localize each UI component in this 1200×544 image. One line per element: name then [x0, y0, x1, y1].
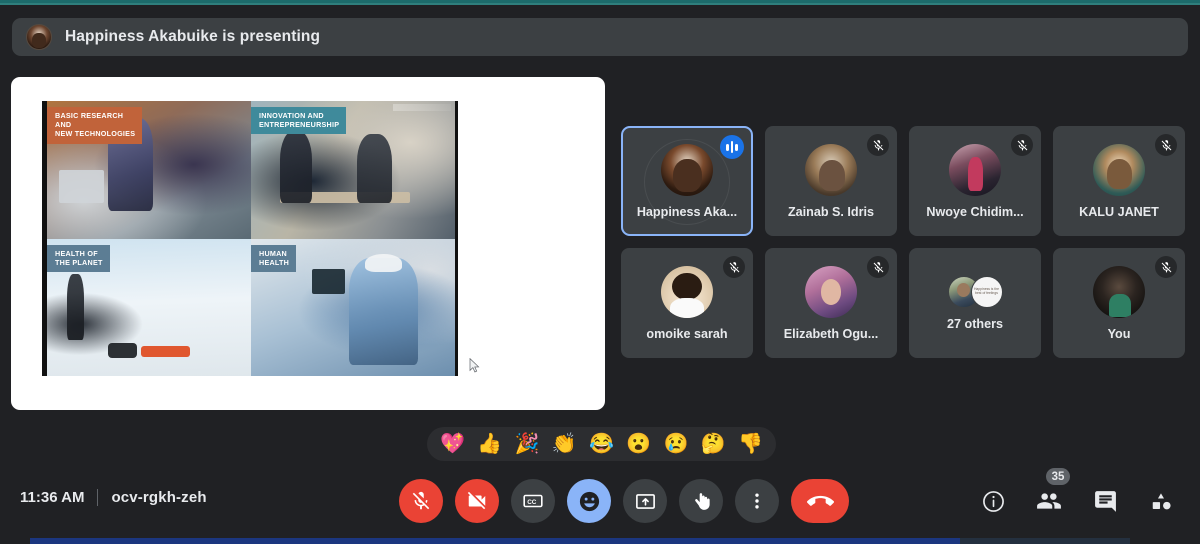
participant-name: Elizabeth Ogu...: [783, 326, 879, 341]
slide-quadrant-health-of-planet: HEALTH OF THE PLANET: [47, 238, 251, 376]
participant-tile-elizabeth[interactable]: Elizabeth Ogu...: [765, 248, 897, 358]
reaction-crying-face[interactable]: 😢: [664, 434, 689, 454]
participant-tile-kalu[interactable]: KALU JANET: [1053, 126, 1185, 236]
people-icon[interactable]: 35: [1032, 468, 1070, 518]
participant-tile-others[interactable]: Happiness is the best of feelings 27 oth…: [909, 248, 1041, 358]
figure-equipment-bag: [108, 343, 137, 359]
mic-off-icon: [867, 256, 889, 278]
slide-label-innovation: INNOVATION AND ENTREPRENEURSHIP: [251, 107, 347, 135]
participant-tile-you[interactable]: You: [1053, 248, 1185, 358]
meeting-meta: 11:36 AM ocv-rgkh-zeh: [20, 489, 207, 506]
clock-label: 11:36 AM: [20, 489, 85, 506]
reactions-button[interactable]: [567, 479, 611, 523]
participant-tile-nwoye[interactable]: Nwoye Chidim...: [909, 126, 1041, 236]
present-now-button[interactable]: [623, 479, 667, 523]
chat-icon[interactable]: [1088, 484, 1122, 518]
slide-grid: BASIC RESEARCH AND NEW TECHNOLOGIES INNO…: [47, 101, 455, 376]
meta-divider: [97, 489, 99, 506]
participant-grid: Happiness Aka... Zainab S. Idris Nwoye C…: [621, 126, 1185, 358]
figure-orange-sled: [140, 345, 190, 357]
avatar: [661, 143, 713, 196]
participant-tile-happiness[interactable]: Happiness Aka...: [621, 126, 753, 236]
reaction-party-popper[interactable]: 🎉: [515, 434, 540, 454]
slide-quadrant-human-health: HUMAN HEALTH: [251, 238, 455, 376]
avatar: [949, 143, 1001, 196]
participant-name: You: [1107, 326, 1131, 341]
slide-label-health-of-planet: HEALTH OF THE PLANET: [47, 244, 110, 272]
mic-off-icon: [867, 134, 889, 156]
figure-field-scientist: [67, 274, 84, 341]
camera-off-button[interactable]: [455, 479, 499, 523]
meeting-panel-icons: 35: [976, 468, 1178, 518]
slide-label-human-health: HUMAN HEALTH: [251, 244, 297, 272]
avatar: [805, 265, 857, 318]
mic-off-icon: [1155, 256, 1177, 278]
end-call-button[interactable]: [791, 479, 849, 523]
avatar-caption: Happiness is the best of feelings: [973, 286, 1000, 295]
google-meet-window: Happiness Akabuike is presenting BASIC R…: [0, 0, 1200, 544]
avatar: [1093, 265, 1145, 318]
mic-off-icon: [723, 256, 745, 278]
figure-surgeon: [348, 257, 419, 365]
others-count-label: 27 others: [947, 316, 1003, 331]
mic-off-icon: [1155, 134, 1177, 156]
figure-person-left: [279, 131, 313, 203]
meeting-details-icon[interactable]: [976, 484, 1010, 518]
audio-active-icon: [720, 135, 744, 159]
figure-person-right: [357, 134, 392, 203]
mouse-cursor-icon: [469, 358, 480, 373]
reaction-thinking-face[interactable]: 🤔: [701, 434, 726, 454]
participant-count-badge: 35: [1046, 468, 1070, 485]
participant-tile-omoike[interactable]: omoike sarah: [621, 248, 753, 358]
avatar: [805, 143, 857, 196]
reaction-clapping-hands[interactable]: 👏: [552, 434, 577, 454]
participant-tile-zainab[interactable]: Zainab S. Idris: [765, 126, 897, 236]
bottom-accent-strip-right: [960, 538, 1130, 544]
participant-name: KALU JANET: [1079, 204, 1159, 219]
reaction-sparkling-heart[interactable]: 💖: [440, 434, 465, 454]
participant-name: Zainab S. Idris: [787, 204, 875, 219]
mic-off-icon: [1011, 134, 1033, 156]
shared-screen-card[interactable]: BASIC RESEARCH AND NEW TECHNOLOGIES INNO…: [11, 77, 605, 410]
svg-text:CC: CC: [527, 499, 537, 506]
figure-vitals-monitor: [312, 268, 345, 294]
figure-surgical-cap: [365, 253, 402, 272]
reaction-face-with-tears-of-joy[interactable]: 😂: [589, 434, 614, 454]
captions-button[interactable]: CC: [511, 479, 555, 523]
slide-quadrant-basic-research: BASIC RESEARCH AND NEW TECHNOLOGIES: [47, 101, 251, 239]
reaction-face-with-open-mouth[interactable]: 😮: [626, 434, 651, 454]
slide-quadrant-innovation: INNOVATION AND ENTREPRENEURSHIP: [251, 101, 455, 239]
call-controls: CC: [399, 479, 849, 523]
avatar: Happiness is the best of feelings: [970, 275, 1003, 308]
slide-label-basic-research: BASIC RESEARCH AND NEW TECHNOLOGIES: [47, 107, 143, 144]
reactions-bar: 💖 👍 🎉 👏 😂 😮 😢 🤔 👎: [427, 427, 776, 461]
presenter-avatar: [26, 24, 52, 50]
more-options-button[interactable]: [735, 479, 779, 523]
presenting-banner[interactable]: Happiness Akabuike is presenting: [12, 18, 1188, 56]
raise-hand-button[interactable]: [679, 479, 723, 523]
avatar: [661, 265, 713, 318]
top-accent-strip-inner: [0, 3, 1200, 5]
participant-name: Nwoye Chidim...: [926, 204, 1024, 219]
slide-frame: BASIC RESEARCH AND NEW TECHNOLOGIES INNO…: [42, 101, 458, 376]
others-avatar-stack: Happiness is the best of feelings: [947, 275, 1003, 308]
reaction-thumbs-down[interactable]: 👎: [738, 434, 763, 454]
avatar: [1093, 143, 1145, 196]
meeting-code-label: ocv-rgkh-zeh: [111, 489, 207, 506]
microphone-off-button[interactable]: [399, 479, 443, 523]
activities-icon[interactable]: [1144, 484, 1178, 518]
participant-name: omoike sarah: [646, 326, 728, 341]
figure-monitor: [59, 169, 105, 203]
slide-corner-highlight: [393, 104, 451, 111]
reaction-thumbs-up[interactable]: 👍: [477, 434, 502, 454]
presenting-label: Happiness Akabuike is presenting: [65, 28, 321, 45]
top-accent-strip: [0, 0, 1200, 5]
